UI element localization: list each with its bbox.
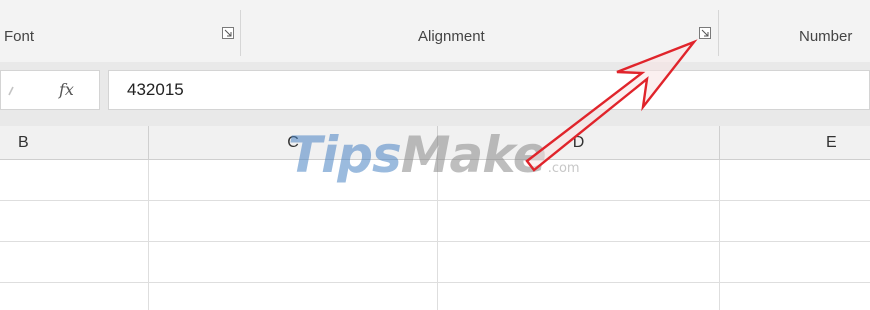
ribbon-group-font: Font bbox=[0, 10, 240, 58]
row-gridline bbox=[0, 200, 870, 201]
enter-check-icon[interactable] bbox=[7, 81, 19, 101]
ribbon-group-alignment-label: Alignment bbox=[418, 28, 485, 45]
ribbon-group-number: Number bbox=[719, 10, 870, 58]
column-header-b[interactable]: B bbox=[0, 126, 148, 159]
ribbon-group-font-label: Font bbox=[4, 28, 35, 45]
column-gridline bbox=[437, 160, 438, 310]
ribbon-group-number-label: Number bbox=[799, 28, 853, 45]
insert-function-icon[interactable]: fx bbox=[59, 80, 74, 99]
alignment-dialog-launcher-icon[interactable] bbox=[699, 27, 711, 39]
cell-grid[interactable] bbox=[0, 160, 870, 310]
row-gridline bbox=[0, 282, 870, 283]
column-header-row: B C D E bbox=[0, 126, 870, 160]
column-gridline bbox=[719, 160, 720, 310]
row-gridline bbox=[0, 241, 870, 242]
column-gridline bbox=[148, 160, 149, 310]
ribbon-group-alignment: Alignment bbox=[241, 10, 718, 58]
formula-input[interactable]: 432015 bbox=[108, 70, 870, 110]
ribbon-group-labels: Font Alignment Number bbox=[0, 0, 870, 62]
font-dialog-launcher-icon[interactable] bbox=[222, 27, 234, 39]
formula-buttons: fx bbox=[0, 70, 100, 110]
formula-bar: fx 432015 bbox=[0, 62, 870, 126]
column-header-c[interactable]: C bbox=[149, 126, 437, 159]
column-header-e[interactable]: E bbox=[720, 126, 870, 159]
column-header-d[interactable]: D bbox=[438, 126, 719, 159]
